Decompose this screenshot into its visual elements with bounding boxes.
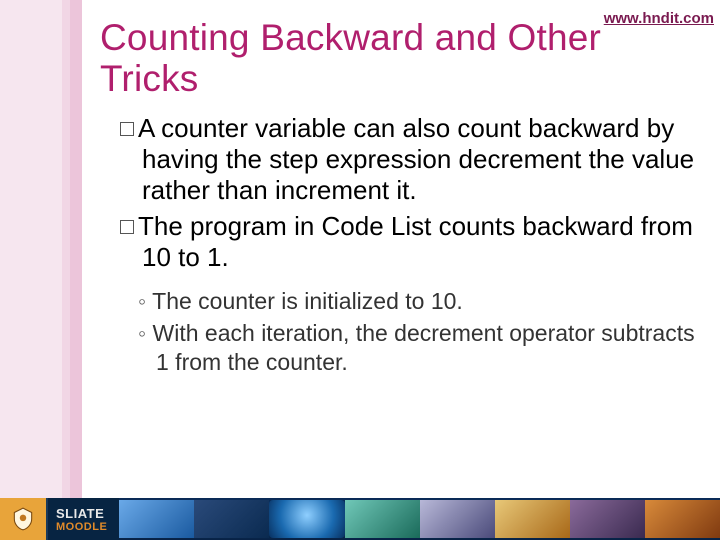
bullet-item: A counter variable can also count backwa…: [120, 113, 700, 205]
bullet-text: A counter variable can also count backwa…: [138, 113, 694, 204]
brand-line-1: SLIATE: [56, 506, 107, 521]
bullet-item: The program in Code List counts backward…: [120, 211, 700, 272]
body-text: A counter variable can also count backwa…: [116, 113, 700, 377]
brand-line-2: MOODLE: [56, 521, 107, 533]
slide-title: Counting Backward and Other Tricks: [100, 18, 700, 99]
sub-item: With each iteration, the decrement opera…: [138, 319, 700, 377]
sub-list: The counter is initialized to 10. With e…: [138, 287, 700, 377]
globe-icon: [269, 500, 344, 538]
checkbox-icon: [120, 122, 134, 136]
bullet-text: The program in Code List counts backward…: [138, 211, 693, 272]
sub-item: The counter is initialized to 10.: [138, 287, 700, 316]
footer-decoration: [119, 498, 720, 540]
footer-bar: SLIATE MOODLE: [0, 498, 720, 540]
left-accent-strip: [0, 0, 82, 498]
brand-block: SLIATE MOODLE: [48, 498, 119, 540]
content-area: Counting Backward and Other Tricks A cou…: [100, 18, 700, 381]
crest-icon: [0, 498, 48, 540]
checkbox-icon: [120, 220, 134, 234]
slide: www.hndit.com Counting Backward and Othe…: [0, 0, 720, 540]
